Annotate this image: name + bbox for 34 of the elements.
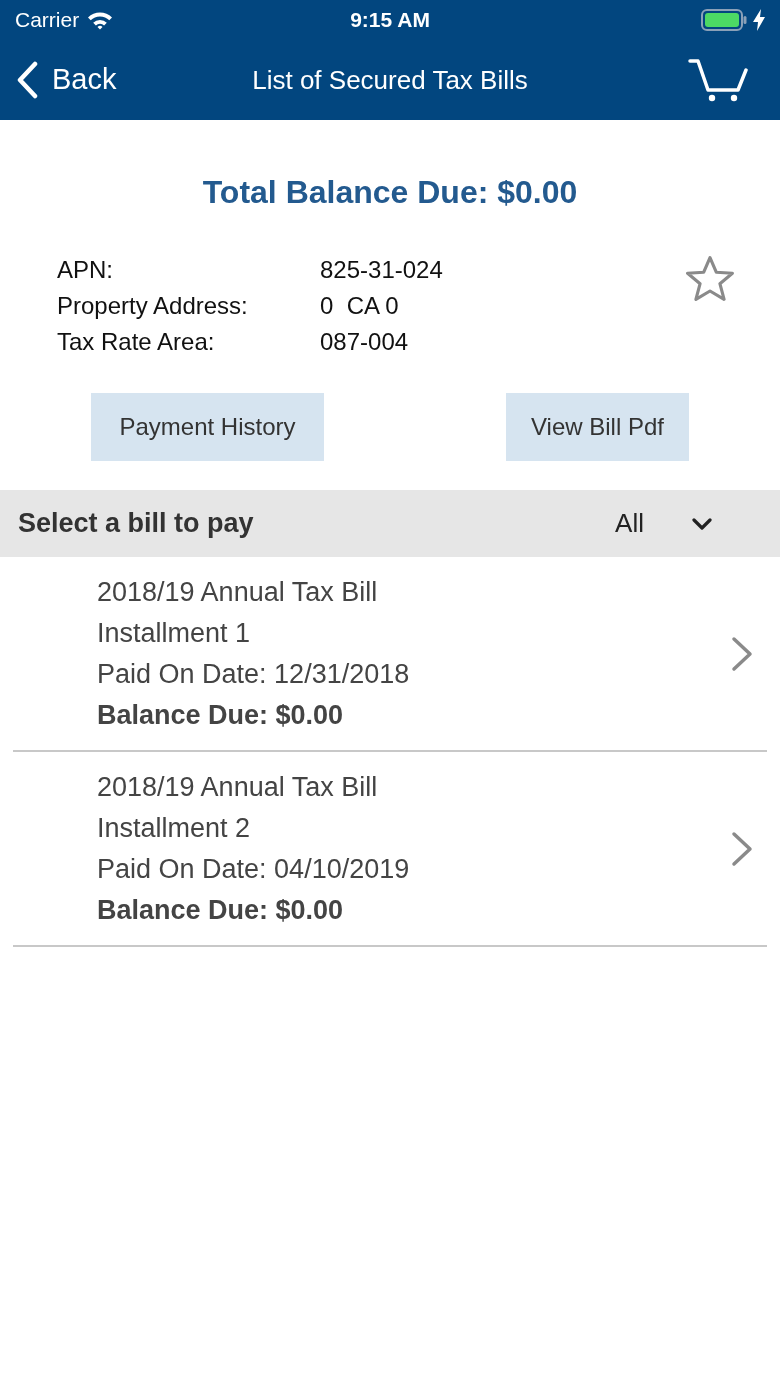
chevron-down-icon bbox=[692, 517, 712, 530]
chevron-right-icon bbox=[731, 830, 753, 867]
paid-date: Paid On Date: 12/31/2018 bbox=[97, 657, 410, 691]
chevron-right-icon bbox=[731, 635, 753, 672]
view-bill-button[interactable]: View Bill Pdf bbox=[506, 393, 689, 461]
field-value: 087-004 bbox=[320, 327, 409, 357]
bill-title: 2018/19 Annual Tax Bill bbox=[97, 770, 379, 804]
field-label: Property Address: bbox=[57, 291, 249, 321]
status-time: 9:15 AM bbox=[350, 7, 430, 34]
field-value: 0 CA 0 bbox=[320, 291, 399, 321]
carrier-label: Carrier bbox=[15, 7, 80, 34]
balance-due: Balance Due: $0.00 bbox=[97, 698, 345, 732]
back-chevron-icon bbox=[16, 61, 38, 99]
charging-bolt-icon bbox=[753, 9, 765, 31]
screen-title: List of Secured Tax Bills bbox=[252, 63, 528, 97]
field-label: APN: bbox=[57, 255, 114, 285]
filter-dropdown[interactable]: All bbox=[615, 504, 712, 543]
field-label: Tax Rate Area: bbox=[57, 327, 216, 357]
cart-icon[interactable] bbox=[688, 58, 748, 102]
back-button[interactable]: Back bbox=[16, 58, 117, 102]
field-value: 825-31-024 bbox=[320, 255, 443, 285]
bill-list-item[interactable]: 2018/19 Annual Tax Bill Installment 2 Paid On Date: 04/10/2019 Balance Due: $0.00 bbox=[13, 752, 767, 947]
wifi-icon bbox=[87, 10, 114, 30]
bill-list-item[interactable]: 2018/19 Annual Tax Bill Installment 1 Paid On Date: 12/31/2018 Balance Due: $0.00 bbox=[13, 557, 767, 752]
battery-icon bbox=[701, 9, 747, 31]
installment-label: Installment 1 bbox=[97, 616, 252, 650]
installment-label: Installment 2 bbox=[97, 811, 252, 845]
section-title: Select a bill to pay bbox=[18, 507, 254, 541]
balance-due: Balance Due: $0.00 bbox=[97, 893, 345, 927]
bill-title: 2018/19 Annual Tax Bill bbox=[97, 575, 379, 609]
payment-history-button[interactable]: Payment History bbox=[91, 393, 324, 461]
favorite-star-icon[interactable] bbox=[686, 256, 734, 302]
total-balance-heading: Total Balance Due: $0.00 bbox=[202, 173, 578, 212]
paid-date: Paid On Date: 04/10/2019 bbox=[97, 852, 410, 886]
